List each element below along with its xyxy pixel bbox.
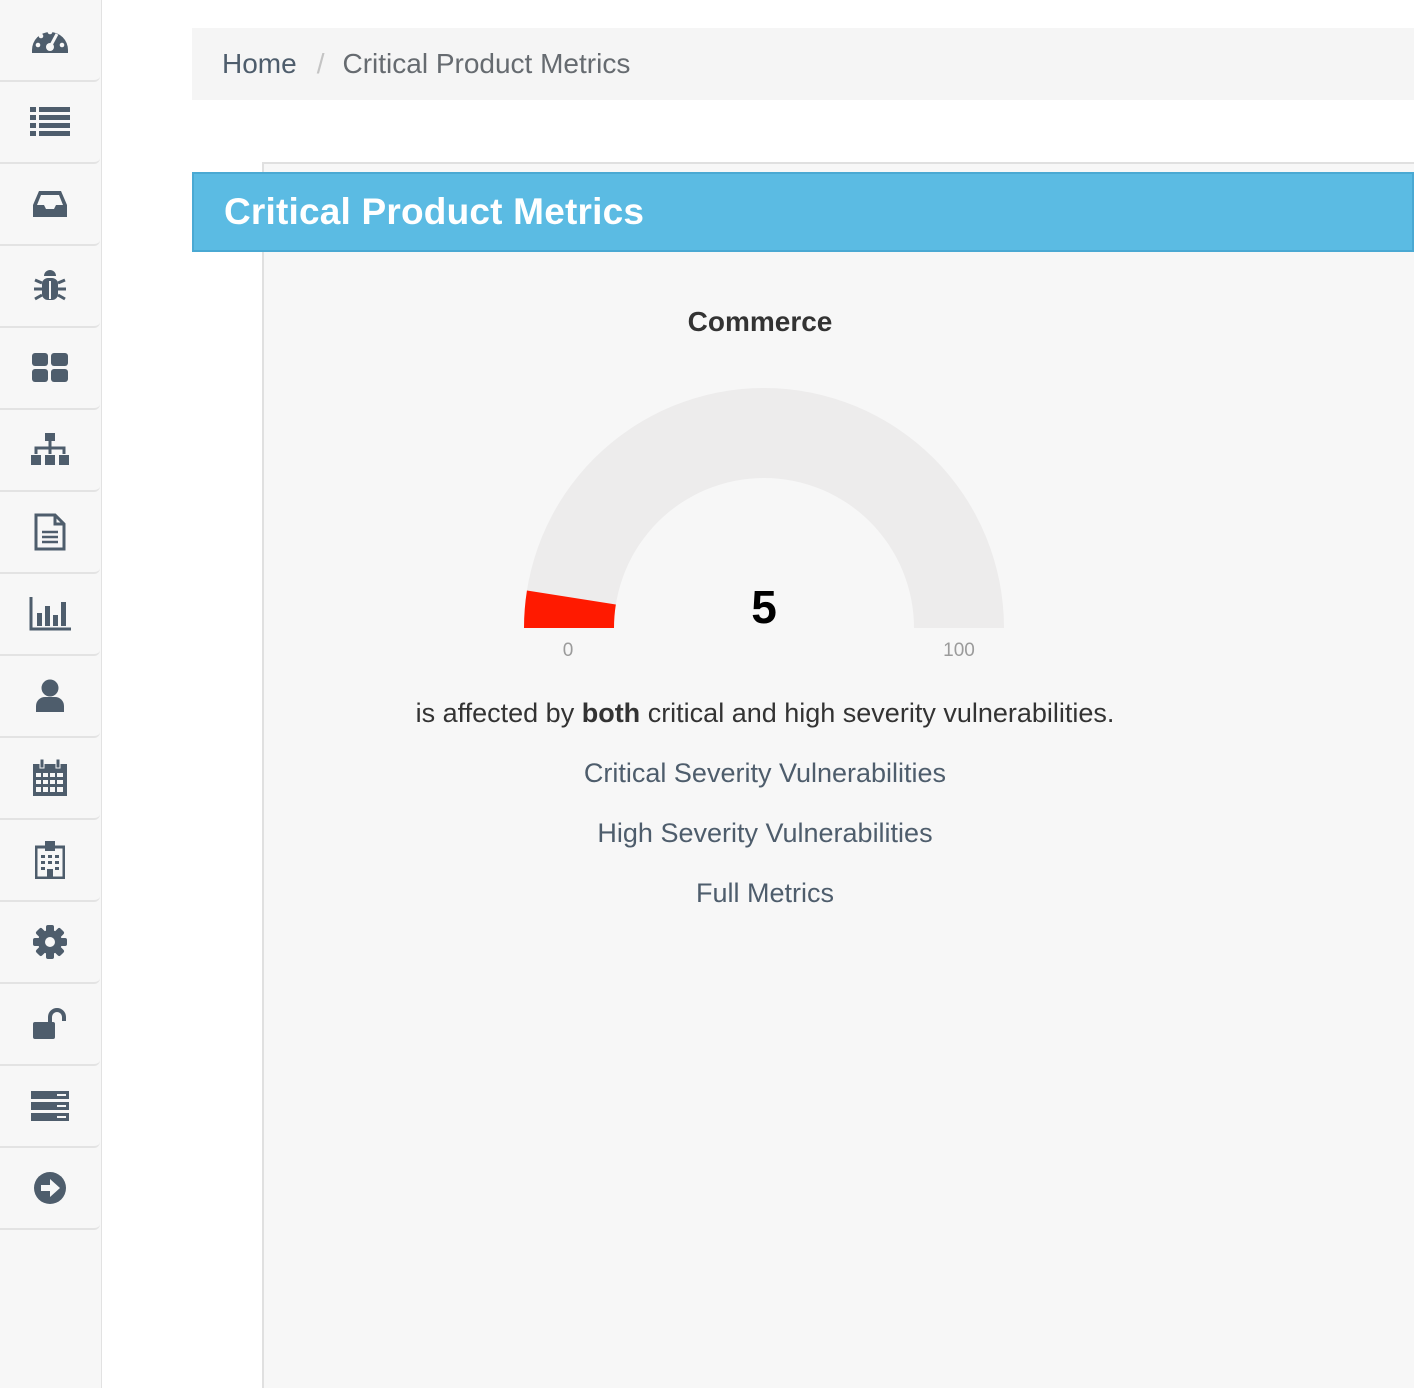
sidebar-item-logout[interactable] [0,1148,100,1230]
gauge-value: 5 [751,581,777,633]
sidebar-item-organizations[interactable] [0,820,100,902]
summary-text-bold: both [581,698,641,728]
sidebar-item-structure[interactable] [0,410,100,492]
gauge-min-label: 0 [562,640,574,661]
bug-icon [34,270,66,301]
sidebar-item-dashboard[interactable] [0,0,100,82]
sidebar-item-metrics[interactable] [0,574,100,656]
dashboard-icon [32,29,68,53]
sidebar-item-findings[interactable] [0,246,100,328]
breadcrumb-current: Critical Product Metrics [342,48,631,79]
user-icon [36,679,64,712]
inbox-icon [33,191,67,217]
gauge-title: Commerce [687,306,833,337]
grid-icon [32,353,68,382]
summary-text-after: critical and high severity vulnerabiliti… [640,698,1115,728]
summary-text-before: is affected by [415,698,582,728]
server-icon [31,1091,69,1121]
gear-icon [33,925,67,959]
calendar-icon [33,759,67,796]
bar-chart-icon [29,597,71,631]
arrow-right-circle-icon [34,1172,66,1204]
building-icon [35,841,65,879]
sidebar-item-inbox[interactable] [0,164,100,246]
vulnerability-summary: is affected by both critical and high se… [300,698,1230,729]
sidebar-item-list[interactable] [0,82,100,164]
list-icon [30,107,70,136]
sidebar-item-reports[interactable] [0,492,100,574]
sidebar-item-settings[interactable] [0,902,100,984]
full-metrics-link[interactable]: Full Metrics [460,878,1070,909]
sitemap-icon [31,433,69,465]
sidebar-item-calendar[interactable] [0,738,100,820]
panel-heading: Critical Product Metrics [192,172,1414,252]
sidebar-item-users[interactable] [0,656,100,738]
sidebar-item-permissions[interactable] [0,984,100,1066]
document-icon [34,513,66,551]
sidebar-item-system[interactable] [0,1066,100,1148]
sidebar [0,0,102,1388]
critical-vulnerabilities-link[interactable]: Critical Severity Vulnerabilities [460,758,1070,789]
breadcrumb-separator: / [316,48,325,79]
breadcrumb-home-link[interactable]: Home [222,48,297,80]
unlock-icon [33,1008,66,1039]
breadcrumb: Home / Critical Product Metrics [192,28,1414,100]
sidebar-item-components[interactable] [0,328,100,410]
high-vulnerabilities-link[interactable]: High Severity Vulnerabilities [460,818,1070,849]
page-title: Critical Product Metrics [224,191,645,232]
gauge-max-label: 100 [943,640,975,661]
